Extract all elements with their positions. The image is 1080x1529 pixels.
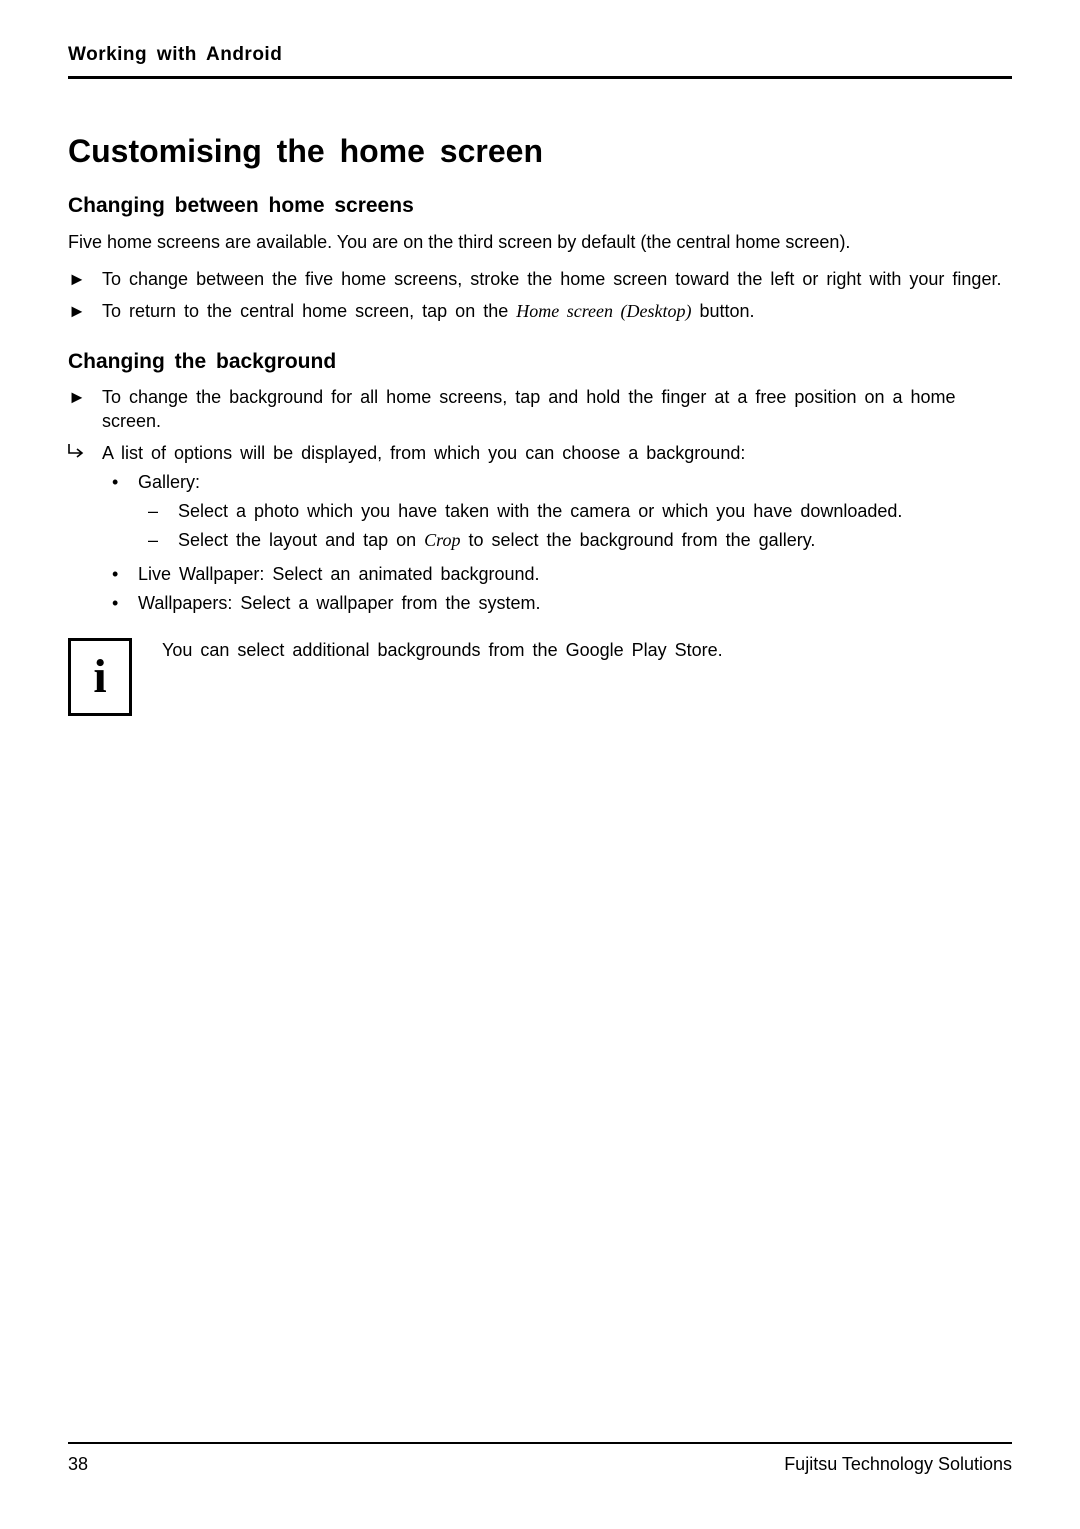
footer-company: Fujitsu Technology Solutions [784,1454,1012,1475]
list-item: • Live Wallpaper: Select an animated bac… [102,562,1012,587]
result-text: A list of options will be displayed, fro… [102,442,1012,620]
bullet-text: Wallpapers: Select a wallpaper from the … [138,591,1012,616]
text-fragment: To return to the central home screen, ta… [102,301,516,321]
bullet-text: Gallery: – Select a photo which you have… [138,470,1012,558]
list-item: • Gallery: – Select a photo which you ha… [102,470,1012,558]
list-item: • Wallpapers: Select a wallpaper from th… [102,591,1012,616]
text-fragment: button. [692,301,755,321]
info-note-text: You can select additional backgrounds fr… [162,638,723,661]
heading-changing-between: Changing between home screens [68,194,1012,218]
text-fragment: Select the layout and tap on [178,530,424,550]
info-note-row: i You can select additional backgrounds … [68,638,1012,716]
info-letter-icon: i [93,653,106,701]
info-box-icon: i [68,638,132,716]
section-a-intro: Five home screens are available. You are… [68,230,1012,254]
dash-text: Select a photo which you have taken with… [178,499,1012,524]
running-head: Working with Android [68,44,1012,79]
triangle-icon: ► [68,300,102,324]
text-fragment: to select the background from the galler… [461,530,816,550]
step-item: ► To return to the central home screen, … [68,300,1012,324]
dash-list: – Select a photo which you have taken wi… [138,499,1012,553]
heading-level-1: Customising the home screen [68,133,1012,170]
dash-icon: – [138,528,178,553]
footer-rule [68,1442,1012,1444]
result-item: A list of options will be displayed, fro… [68,442,1012,620]
bullet-icon: • [102,562,138,587]
step-text: To change the background for all home sc… [102,386,1012,434]
options-list: • Gallery: – Select a photo which you ha… [102,470,1012,616]
step-text: To return to the central home screen, ta… [102,300,1012,324]
document-page: Working with Android Customising the hom… [0,0,1080,1529]
step-item: ► To change between the five home screen… [68,268,1012,292]
bullet-text: Live Wallpaper: Select an animated backg… [138,562,1012,587]
triangle-icon: ► [68,386,102,434]
italic-term: Crop [424,530,460,550]
list-item: – Select a photo which you have taken wi… [138,499,1012,524]
triangle-icon: ► [68,268,102,292]
italic-term: Home screen (Desktop) [516,301,691,321]
bullet-icon: • [102,591,138,616]
step-text: To change between the five home screens,… [102,268,1012,292]
dash-text: Select the layout and tap on Crop to sel… [178,528,1012,553]
footer-line: 38 Fujitsu Technology Solutions [68,1454,1012,1475]
list-item: – Select the layout and tap on Crop to s… [138,528,1012,553]
bullet-icon: • [102,470,138,558]
result-intro-text: A list of options will be displayed, fro… [102,443,745,463]
result-arrow-icon [68,442,102,620]
dash-icon: – [138,499,178,524]
section-b-steps: ► To change the background for all home … [68,386,1012,620]
page-number: 38 [68,1454,88,1475]
heading-changing-background: Changing the background [68,350,1012,374]
page-footer: 38 Fujitsu Technology Solutions [68,1442,1012,1475]
section-a-steps: ► To change between the five home screen… [68,268,1012,324]
step-item: ► To change the background for all home … [68,386,1012,434]
option-label: Gallery: [138,472,200,492]
